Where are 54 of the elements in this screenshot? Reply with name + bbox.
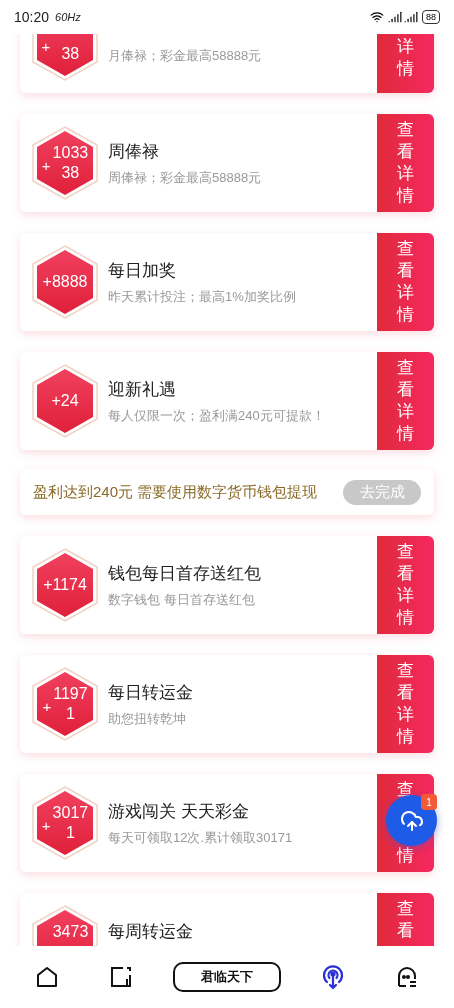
details-button[interactable]: 详情 <box>377 34 434 93</box>
cloud-upload-icon <box>399 808 424 833</box>
wifi-icon <box>370 10 384 24</box>
details-button[interactable]: 查看详情 <box>377 114 434 212</box>
amount-text: 1 <box>65 823 75 843</box>
card-title: 每周转运金 <box>108 921 194 944</box>
broadcast-icon <box>320 963 346 991</box>
nav-pill-button[interactable]: 君临天下 <box>173 962 281 992</box>
button-text: 查 <box>397 779 414 801</box>
refresh-rate: 60Hz <box>55 9 81 25</box>
card-title: 周俸禄 <box>108 140 160 163</box>
plus-sign: + <box>42 696 52 717</box>
card-subtitle: 月俸禄；彩金最高58888元 <box>108 47 263 66</box>
plus-sign: + <box>41 36 51 57</box>
amount-text: 1197 <box>53 684 88 704</box>
plus-sign: + <box>41 155 51 176</box>
card-subtitle: 数字钱包 每日首存送红包 <box>108 591 256 609</box>
card-subtitle: 周俸禄；彩金最高58888元 <box>108 169 263 187</box>
card-subtitle: 助您扭转乾坤 <box>108 710 187 728</box>
amount-text: 3017 <box>52 803 89 823</box>
plus-sign: + <box>43 575 53 595</box>
card-title: 迎新礼遇 <box>108 378 177 401</box>
signal-icon <box>404 10 418 24</box>
status-time: 10:20 <box>14 7 50 27</box>
ghost-icon <box>395 965 419 989</box>
amount-text: 24 <box>60 391 79 411</box>
details-button[interactable]: 查看详情 <box>377 352 434 450</box>
amount-text: 3473 <box>52 922 89 942</box>
plus-sign: + <box>41 815 51 836</box>
plus-sign: + <box>42 272 52 292</box>
amount-text: 1033 <box>52 143 89 163</box>
card-title: 游戏闯关 天天彩金 <box>108 800 250 823</box>
signal-icon <box>388 10 402 24</box>
card-title: 每日加奖 <box>108 259 177 282</box>
home-icon <box>35 965 59 989</box>
amount-text: 1174 <box>52 575 87 595</box>
card-title: 每日转运金 <box>108 681 194 704</box>
amount-text: 38 <box>61 44 80 64</box>
card-subtitle: 每天可领取12次.累计领取30171 <box>108 829 294 847</box>
details-button[interactable]: 查看详情 <box>377 536 434 634</box>
plus-sign: + <box>51 391 61 411</box>
notice-text: 盈利达到240元 需要使用数字货币钱包提现 <box>33 481 319 502</box>
battery-indicator: 88 <box>422 10 440 24</box>
amount-text: 8888 <box>51 272 88 292</box>
details-button[interactable]: 查看 <box>377 893 434 946</box>
card-title: 钱包每日首存送红包 <box>108 562 262 585</box>
amount-text: 1 <box>65 704 75 724</box>
amount-text: 38 <box>61 163 80 183</box>
card-subtitle: 昨天累计投注；最高1%加奖比例 <box>108 288 297 306</box>
button-text: 情 <box>397 845 414 867</box>
details-button[interactable]: 查看详情 <box>377 233 434 331</box>
notification-badge: 1 <box>421 794 437 810</box>
details-button[interactable]: 查看详情 <box>377 655 434 753</box>
card-icon <box>109 965 133 989</box>
